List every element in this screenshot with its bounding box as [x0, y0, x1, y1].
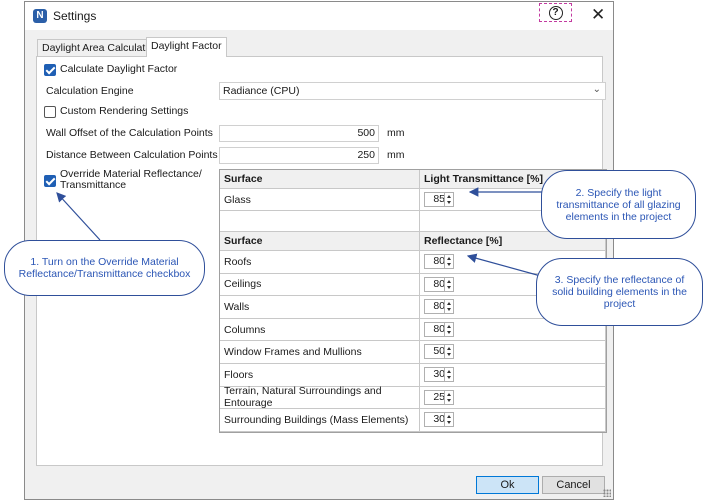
window-title: Settings	[53, 9, 97, 23]
table-row-value: 50	[420, 341, 606, 364]
table-row-surface: Surrounding Buildings (Mass Elements)	[220, 409, 420, 432]
calculation-engine-value: Radiance (CPU)	[223, 85, 300, 97]
override-material-checkbox[interactable]	[44, 175, 56, 187]
reflectance-value: 80	[433, 300, 445, 313]
stepper-arrows-icon[interactable]	[444, 368, 453, 381]
cancel-button[interactable]: Cancel	[542, 476, 605, 494]
distance-between-input[interactable]: 250	[219, 147, 379, 164]
resize-grip-icon[interactable]	[603, 489, 611, 497]
table-row-surface: Ceilings	[220, 273, 420, 297]
reflectance-value: 50	[433, 345, 445, 358]
table-row-value: 25	[420, 386, 606, 410]
wall-offset-label: Wall Offset of the Calculation Points	[46, 127, 213, 139]
reflectance-value: 80	[433, 277, 445, 290]
reflectance-stepper[interactable]: 50	[424, 344, 454, 360]
reflectance-stepper[interactable]: 80	[424, 254, 454, 269]
stepper-arrows-icon[interactable]	[444, 300, 453, 314]
reflectance-stepper[interactable]: 80	[424, 321, 454, 337]
reflectance-surface-header: Surface	[220, 232, 420, 251]
override-material-label: Override Material Reflectance/ Transmitt…	[60, 169, 202, 191]
table-row-glass-surface: Glass	[220, 189, 420, 211]
stepper-arrows-icon[interactable]	[444, 390, 453, 404]
reflectance-stepper[interactable]: 25	[424, 389, 454, 405]
callout-3: 3. Specify the reflectance of solid buil…	[536, 258, 703, 326]
table-row-surface: Roofs	[220, 251, 420, 274]
question-mark-icon: ?	[548, 6, 563, 20]
chevron-down-icon: ⌄	[592, 84, 601, 95]
table-row-surface: Columns	[220, 318, 420, 342]
distance-between-label: Distance Between Calculation Points	[46, 149, 218, 161]
custom-rendering-checkbox[interactable]	[44, 106, 56, 118]
calculate-daylight-factor-checkbox[interactable]	[44, 64, 56, 76]
calculation-engine-label: Calculation Engine	[46, 85, 134, 97]
table-row-surface: Floors	[220, 364, 420, 387]
stepper-arrows-icon[interactable]	[444, 193, 453, 206]
stepper-arrows-icon[interactable]	[444, 322, 453, 336]
help-button[interactable]: ?	[539, 3, 572, 22]
stepper-arrows-icon[interactable]	[444, 277, 453, 291]
distance-between-unit: mm	[387, 149, 405, 161]
reflectance-stepper[interactable]: 30	[424, 412, 454, 428]
stepper-arrows-icon[interactable]	[444, 345, 453, 359]
tab-daylight-factor[interactable]: Daylight Factor	[146, 37, 227, 57]
reflectance-value: 30	[433, 413, 445, 426]
reflectance-value: 25	[433, 390, 445, 403]
reflectance-value: 80	[433, 322, 445, 335]
table-row-surface: Terrain, Natural Surroundings and Entour…	[220, 385, 420, 409]
reflectance-stepper[interactable]: 80	[424, 276, 454, 292]
glass-transmittance-value: 85	[433, 193, 445, 205]
reflectance-stepper[interactable]: 80	[424, 299, 454, 315]
table-row-value: 30	[420, 364, 606, 387]
stepper-arrows-icon[interactable]	[444, 413, 453, 427]
calculation-engine-select[interactable]: Radiance (CPU) ⌄	[219, 82, 606, 100]
custom-rendering-label: Custom Rendering Settings	[60, 105, 189, 117]
override-material-label-line2: Transmittance	[60, 179, 127, 191]
close-icon[interactable]: ✕	[591, 6, 605, 23]
table-row-surface: Walls	[220, 296, 420, 319]
reflectance-stepper[interactable]: 30	[424, 367, 454, 382]
calculate-daylight-factor-label: Calculate Daylight Factor	[60, 63, 178, 75]
title-bar: N Settings ? ✕	[25, 2, 613, 30]
glass-transmittance-stepper[interactable]: 85	[424, 192, 454, 207]
table-spacer	[220, 211, 420, 232]
table-row-value: 30	[420, 409, 606, 432]
reflectance-value: 30	[433, 368, 445, 380]
callout-1: 1. Turn on the Override Material Reflect…	[4, 240, 205, 296]
ok-button[interactable]: Ok	[476, 476, 539, 494]
stepper-arrows-icon[interactable]	[444, 255, 453, 268]
reflectance-value: 80	[433, 255, 445, 267]
table-row-surface: Window Frames and Mullions	[220, 341, 420, 364]
app-logo-icon: N	[33, 9, 47, 23]
callout-2: 2. Specify the light transmittance of al…	[541, 170, 696, 239]
transmittance-surface-header: Surface	[220, 170, 420, 189]
wall-offset-unit: mm	[387, 127, 405, 139]
wall-offset-input[interactable]: 500	[219, 125, 379, 142]
